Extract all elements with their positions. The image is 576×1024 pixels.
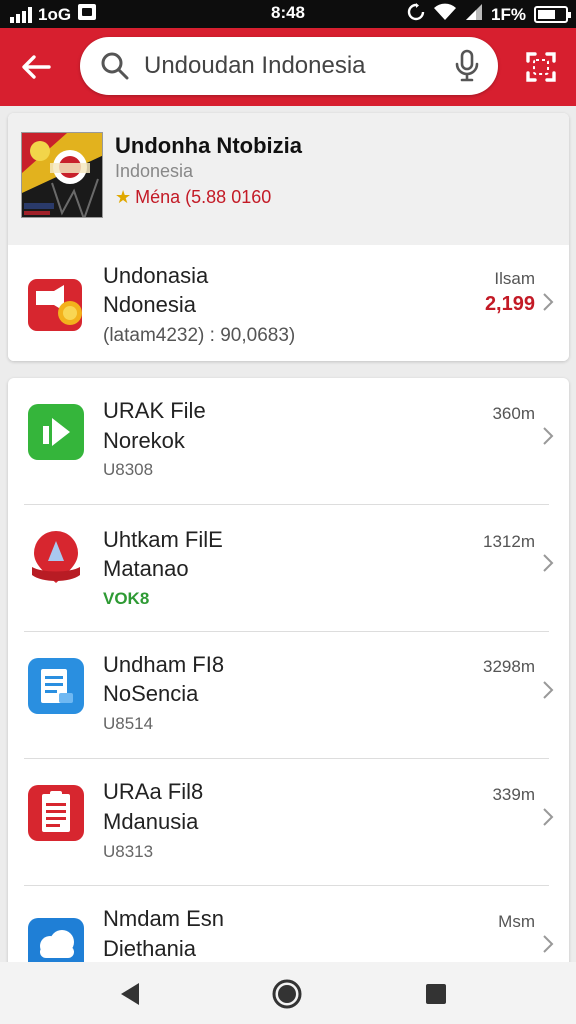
- search-query[interactable]: Undoudan Indonesia: [144, 52, 366, 80]
- item-meta: 360m: [492, 404, 535, 423]
- featured-result[interactable]: Undonha Ntobizia Indonesia ★ Ména (5.88 0…: [8, 113, 569, 245]
- scan-icon: [526, 52, 556, 82]
- item-subtitle: Ndonesia: [103, 292, 196, 317]
- chevron-right-icon: [543, 808, 554, 826]
- item-title: URAK File: [103, 398, 206, 423]
- battery-icon: [534, 6, 571, 23]
- nav-home-icon: [272, 979, 302, 1009]
- item-detail: (latam4232) : 90,0683): [103, 325, 296, 346]
- item-meta: 3298m: [483, 657, 535, 676]
- blue-doc-icon: [26, 656, 86, 716]
- item-meta: Ilsam: [494, 269, 535, 288]
- item-subtitle: Mdanusia: [103, 809, 199, 834]
- sync-icon: [407, 3, 425, 26]
- item-subtitle: NoSencia: [103, 681, 199, 706]
- red-doc-icon: [26, 783, 86, 843]
- nav-back-icon: [121, 983, 139, 1005]
- search-input[interactable]: Undoudan Indonesia: [80, 37, 498, 95]
- item-meta: 1312m: [483, 532, 535, 551]
- item-meta: 339m: [492, 785, 535, 804]
- status-bar: 1oG 8:48 1F%: [0, 0, 576, 28]
- nav-recents-icon: [426, 984, 446, 1004]
- featured-subtitle: Indonesia: [115, 161, 194, 181]
- red-folder-sun-icon: [26, 275, 86, 335]
- results-list: URAK File Norekok U8308 360m Uhtkam FilE…: [8, 378, 569, 978]
- item-subtitle: Diethania: [103, 936, 196, 961]
- chevron-right-icon: [543, 681, 554, 699]
- item-title: Undonasia: [103, 263, 209, 288]
- chevron-right-icon: [543, 554, 554, 572]
- featured-rating: ★ Ména (5.88 0160: [115, 187, 271, 208]
- mic-icon[interactable]: [454, 49, 480, 88]
- item-detail: U8514: [103, 714, 154, 733]
- item-subtitle: Norekok: [103, 428, 185, 453]
- item-title: Uhtkam FilE: [103, 527, 223, 552]
- app-bar: Undoudan Indonesia: [0, 28, 576, 106]
- featured-title: Undonha Ntobizia: [115, 133, 302, 158]
- chevron-right-icon: [543, 935, 554, 953]
- list-item[interactable]: URAa Fil8 Mdanusia U8313 339m: [8, 759, 569, 886]
- item-title: Nmdam Esn: [103, 906, 225, 931]
- list-item[interactable]: Uhtkam FilE Matanao VOK8 1312m: [8, 505, 569, 632]
- item-detail: U8313: [103, 842, 154, 861]
- green-play-icon: [26, 402, 86, 462]
- item-subtitle: Matanao: [103, 556, 189, 581]
- scan-button[interactable]: [522, 48, 560, 86]
- red-pin-icon: [26, 527, 86, 587]
- battery-percent: 1F%: [491, 4, 526, 24]
- list-item[interactable]: Undham FI8 NoSencia U8514 3298m: [8, 632, 569, 759]
- navigation-bar: [0, 962, 576, 1024]
- star-icon: ★: [115, 187, 132, 207]
- nav-recents-button[interactable]: [418, 976, 454, 1012]
- chevron-right-icon: [543, 293, 554, 311]
- top-result-card: Undonha Ntobizia Indonesia ★ Ména (5.88 0…: [8, 113, 569, 361]
- nav-home-button[interactable]: [269, 976, 305, 1012]
- wifi-icon: [433, 3, 457, 26]
- chevron-right-icon: [543, 427, 554, 445]
- item-detail: U8308: [103, 460, 154, 479]
- item-detail: VOK8: [103, 589, 150, 608]
- item-value: 2,199: [484, 293, 535, 315]
- nav-back-button[interactable]: [112, 976, 148, 1012]
- arrow-left-icon: [22, 55, 51, 79]
- search-icon: [100, 51, 130, 86]
- featured-rating-text: Ména (5.88 0160: [135, 187, 272, 207]
- item-title: URAa Fil8: [103, 779, 204, 804]
- featured-thumbnail: [21, 132, 103, 218]
- item-title: Undham FI8: [103, 652, 225, 677]
- item-meta: Msm: [498, 912, 535, 931]
- signal-icon: [465, 3, 483, 26]
- list-item[interactable]: URAK File Norekok U8308 360m: [8, 378, 569, 505]
- back-button[interactable]: [14, 48, 58, 86]
- status-right: 1F%: [407, 3, 571, 26]
- list-item[interactable]: Undonasia Ndonesia (latam4232) : 90,0683…: [8, 245, 569, 361]
